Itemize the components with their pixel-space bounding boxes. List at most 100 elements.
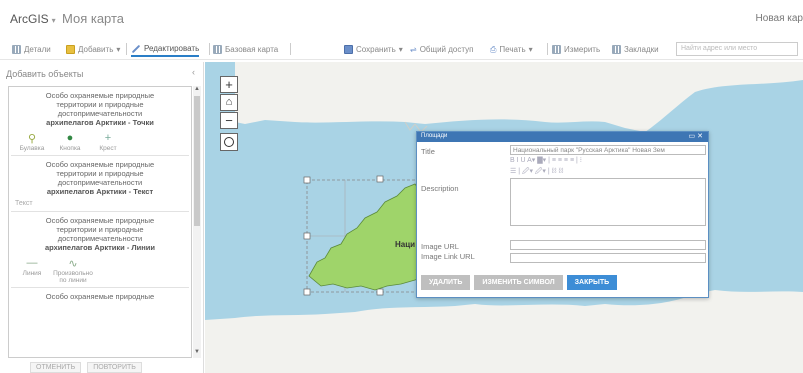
cancel-button[interactable]: ОТМЕНИТЬ	[30, 362, 82, 373]
panel-scrollbar[interactable]: ▲ ▼	[193, 86, 201, 358]
group-title-line: архипелагов Арктики - Точки	[46, 118, 154, 127]
delete-button[interactable]: УДАЛИТЬ	[421, 275, 471, 290]
printer-icon: ⎙	[490, 44, 497, 54]
selection-handle	[376, 175, 384, 183]
save-button[interactable]: Сохранить ▾	[344, 42, 403, 57]
land-mass	[205, 62, 803, 132]
basemap-button[interactable]: Базовая карта	[213, 42, 278, 57]
group-title-line: достопримечательности	[57, 109, 143, 118]
template-line[interactable]: — Линия	[13, 256, 51, 284]
details-label: Детали	[24, 45, 51, 54]
description-label: Description	[421, 184, 459, 193]
change-symbol-button[interactable]: ИЗМЕНИТЬ СИМВОЛ	[474, 275, 563, 290]
chevron-down-icon: ▾	[398, 45, 403, 54]
bookmark-icon	[612, 45, 621, 54]
pencil-icon	[131, 44, 141, 53]
print-label: Печать	[499, 45, 526, 54]
toolbar-divider	[209, 43, 210, 55]
panel-title: Добавить объекты	[6, 69, 84, 79]
bookmarks-button[interactable]: Закладки	[612, 42, 659, 57]
close-button[interactable]: ЗАКРЫТЬ	[566, 275, 618, 290]
group-title-line: Особо охраняемые природные	[45, 91, 155, 100]
group-title-line: Особо охраняемые природные	[45, 216, 155, 225]
group-title-line: архипелагов Арктики - Текст	[46, 187, 154, 196]
template-cross[interactable]: + Крест	[89, 131, 127, 152]
edit-label: Редактировать	[144, 44, 200, 53]
title-field[interactable]: Национальный парк "Русская Арктика" Нова…	[510, 145, 706, 155]
group-title-line: Особо охраняемые природные	[45, 292, 155, 301]
home-icon: ⌂	[225, 96, 233, 108]
minimize-icon[interactable]: ▭	[689, 133, 698, 140]
selection-handle	[303, 176, 311, 184]
measure-button[interactable]: Измерить	[552, 42, 600, 57]
template-freehand-line[interactable]: ∿ Произвольно по линии	[51, 256, 95, 285]
scroll-down-icon[interactable]: ▼	[194, 349, 200, 355]
main-toolbar: Детали Добавить ▾ Редактировать Базовая …	[0, 38, 803, 60]
save-icon	[344, 45, 353, 54]
feature-templates-list: Особо охраняемые природные территории и …	[8, 86, 192, 358]
print-button[interactable]: ⎙ Печать ▾	[490, 42, 533, 57]
description-field[interactable]	[510, 178, 706, 226]
add-features-panel: Добавить объекты ‹ Особо охраняемые прир…	[0, 62, 204, 373]
image-link-label: Image Link URL	[421, 252, 475, 261]
chevron-down-icon: ▾	[116, 45, 121, 54]
chevron-down-icon: ▾	[528, 45, 533, 54]
bookmarks-label: Закладки	[624, 45, 659, 54]
popup-actions: УДАЛИТЬ ИЗМЕНИТЬ СИМВОЛ ЗАКРЫТЬ	[421, 275, 618, 290]
pushpin-icon: ⚲	[27, 132, 37, 145]
template-button[interactable]: ● Кнопка	[51, 131, 89, 152]
home-button[interactable]: ⌂	[220, 94, 238, 111]
image-link-field[interactable]	[510, 253, 706, 263]
ruler-icon	[552, 45, 561, 54]
group-title-line: территории и природные	[56, 100, 144, 109]
group-title-line: территории и природные	[56, 169, 144, 178]
locate-button[interactable]	[220, 133, 238, 151]
rte-row[interactable]: ☰ | 🖉▾ 🖉▾ | ⛓ ⛓	[510, 166, 706, 177]
share-label: Общий доступ	[419, 45, 474, 54]
panel-actions: ОТМЕНИТЬ ПОВТОРИТЬ	[30, 362, 142, 373]
popup-controls: ▭✕	[689, 132, 706, 140]
measure-label: Измерить	[564, 45, 601, 54]
scrollbar-thumb[interactable]	[194, 96, 200, 226]
land-mass	[205, 290, 803, 373]
zoom-in-button[interactable]: +	[220, 76, 238, 93]
edit-button[interactable]: Редактировать	[131, 42, 200, 57]
toolbar-divider	[126, 43, 127, 55]
popup-header[interactable]: Площади ▭✕	[417, 132, 708, 142]
collapse-icon[interactable]: ‹	[192, 67, 195, 77]
group-title-line: достопримечательности	[57, 178, 143, 187]
image-url-field[interactable]	[510, 240, 706, 250]
selection-handle	[303, 288, 311, 296]
freehand-icon: ∿	[68, 257, 78, 270]
add-layer-icon	[66, 45, 75, 54]
brand-label: ArcGIS	[10, 12, 49, 26]
template-label: Линия	[22, 270, 42, 277]
share-button[interactable]: ⇌ Общий доступ	[410, 42, 473, 57]
template-group-title: Особо охраняемые природные	[9, 288, 191, 303]
add-button[interactable]: Добавить ▾	[66, 42, 120, 57]
point-symbols: ⚲ Булавка ● Кнопка + Крест	[9, 129, 191, 155]
basemap-label: Базовая карта	[225, 45, 279, 54]
title-label: Title	[421, 147, 435, 156]
add-label: Добавить	[78, 45, 114, 54]
basemap-icon	[213, 45, 222, 54]
toolbar-divider	[547, 43, 548, 55]
close-icon[interactable]: ✕	[697, 133, 705, 140]
zoom-out-button[interactable]: −	[220, 112, 238, 129]
redo-button[interactable]: ПОВТОРИТЬ	[87, 362, 142, 373]
arcgis-menu[interactable]: ArcGIS ▾	[10, 12, 56, 26]
template-group-title: Особо охраняемые природные территории и …	[9, 156, 191, 198]
details-button[interactable]: Детали	[12, 42, 51, 57]
group-title-line: Особо охраняемые природные	[45, 160, 155, 169]
line-symbols: — Линия ∿ Произвольно по линии	[9, 254, 191, 287]
new-map-link[interactable]: Новая кар	[756, 13, 803, 24]
rte-row[interactable]: B I U A▾ ▇▾ | ≡ ≡ ≡ ≡ | ⁝	[510, 155, 706, 166]
feature-label: Наци	[395, 240, 416, 249]
search-input[interactable]: Найти адрес или место	[676, 42, 798, 56]
template-group-title: Особо охраняемые природные территории и …	[9, 87, 191, 129]
template-pushpin[interactable]: ⚲ Булавка	[13, 131, 51, 153]
template-text[interactable]: Текст	[9, 198, 191, 211]
popup-title: Площади	[421, 133, 448, 139]
rich-text-toolbar[interactable]: B I U A▾ ▇▾ | ≡ ≡ ≡ ≡ | ⁝ ☰ | 🖉▾ 🖉▾ | ⛓ …	[510, 155, 706, 177]
scroll-up-icon[interactable]: ▲	[194, 86, 200, 92]
